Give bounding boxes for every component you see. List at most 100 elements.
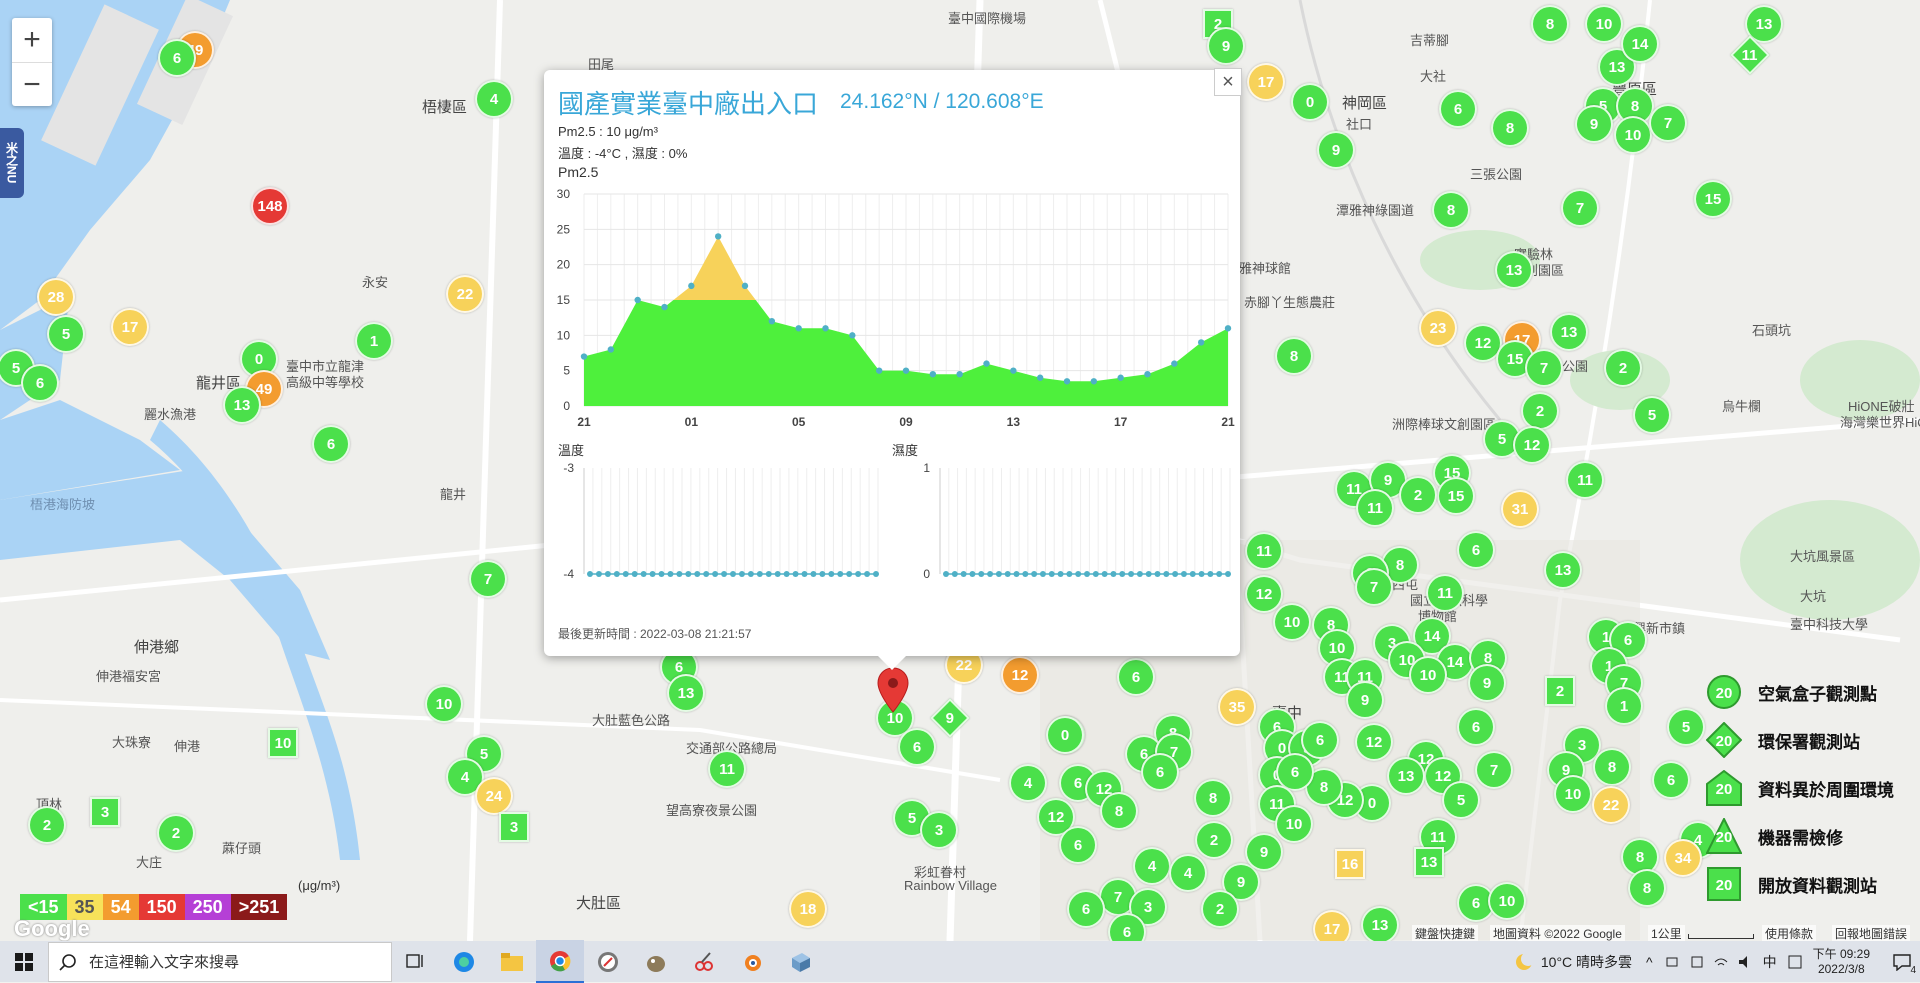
sensor-marker[interactable]: 6 — [1301, 721, 1339, 759]
sensor-marker[interactable]: 18 — [789, 890, 827, 928]
sensor-marker[interactable]: 3 — [499, 812, 529, 842]
sensor-marker[interactable]: 2 — [1545, 676, 1575, 706]
pm25-data-point[interactable] — [875, 367, 883, 374]
data-point[interactable] — [667, 571, 674, 577]
sensor-marker[interactable]: 13 — [667, 674, 705, 712]
sensor-marker[interactable]: 8 — [1194, 779, 1232, 817]
data-point[interactable] — [1163, 571, 1170, 577]
sensor-marker[interactable]: 6 — [1439, 90, 1477, 128]
sensor-marker[interactable]: 4 — [475, 80, 513, 118]
sensor-marker[interactable]: 10 — [268, 728, 298, 758]
sensor-marker[interactable]: 10 — [1614, 116, 1652, 154]
start-button[interactable] — [0, 941, 48, 982]
data-point[interactable] — [792, 571, 799, 577]
data-point[interactable] — [1110, 571, 1117, 577]
data-point[interactable] — [969, 571, 976, 577]
sensor-marker[interactable]: 2 — [1201, 890, 1239, 928]
sensor-marker[interactable]: 4 — [1169, 854, 1207, 892]
sensor-marker[interactable]: 3 — [920, 811, 958, 849]
data-point[interactable] — [756, 571, 763, 577]
sensor-marker[interactable]: 31 — [1501, 490, 1539, 528]
volume-icon[interactable] — [1737, 954, 1753, 970]
data-point[interactable] — [1084, 571, 1090, 577]
sensor-marker[interactable]: 12 — [1513, 426, 1551, 464]
sensor-marker[interactable]: 148 — [251, 187, 289, 225]
sensor-marker[interactable]: 6 — [1652, 761, 1690, 799]
sensor-marker[interactable]: 12 — [1001, 656, 1039, 694]
data-point[interactable] — [864, 571, 871, 577]
sensor-marker[interactable]: 7 — [1525, 349, 1563, 387]
sensor-marker[interactable]: 9 — [1346, 681, 1384, 719]
sensor-marker[interactable]: 2 — [1521, 392, 1559, 430]
pm25-data-point[interactable] — [1171, 360, 1178, 367]
data-point[interactable] — [1013, 571, 1020, 577]
data-point[interactable] — [622, 571, 629, 577]
data-point[interactable] — [765, 571, 772, 577]
data-point[interactable] — [658, 571, 665, 577]
data-point[interactable] — [721, 571, 728, 577]
sensor-marker[interactable]: 6 — [158, 39, 196, 77]
data-point[interactable] — [828, 571, 835, 577]
sensor-marker[interactable]: 8 — [1432, 191, 1470, 229]
data-point[interactable] — [1207, 571, 1214, 577]
weather-text[interactable]: 10°C 晴時多雲 — [1541, 952, 1632, 972]
data-point[interactable] — [1216, 571, 1223, 577]
data-point[interactable] — [1128, 571, 1135, 577]
sensor-marker[interactable]: 8 — [1628, 869, 1666, 907]
pm25-data-point[interactable] — [741, 282, 749, 290]
data-point[interactable] — [730, 571, 736, 577]
sensor-marker[interactable]: 2 — [157, 814, 195, 852]
sensor-marker[interactable]: 10 — [1273, 603, 1311, 641]
data-point[interactable] — [1039, 571, 1046, 577]
sensor-marker[interactable]: 34 — [1664, 839, 1702, 877]
sensor-marker[interactable]: 5 — [47, 315, 85, 353]
data-point[interactable] — [613, 571, 620, 577]
sensor-marker[interactable]: 6 — [1067, 890, 1105, 928]
sensor-marker[interactable]: 0 — [1046, 716, 1084, 754]
sensor-marker[interactable]: 15 — [1437, 477, 1475, 515]
data-point[interactable] — [1066, 571, 1073, 577]
sensor-marker[interactable]: 13 — [1495, 251, 1533, 289]
data-point[interactable] — [846, 571, 853, 577]
pm25-data-point[interactable] — [1010, 367, 1017, 374]
pm25-data-point[interactable] — [929, 371, 937, 378]
zoom-out-button[interactable]: − — [12, 63, 52, 107]
data-point[interactable] — [1225, 571, 1231, 577]
sensor-marker[interactable]: 7 — [1649, 104, 1687, 142]
wifi-icon[interactable] — [1713, 954, 1729, 970]
data-point[interactable] — [1119, 571, 1126, 577]
location-pin-icon[interactable] — [876, 666, 910, 714]
app-button-2[interactable] — [632, 941, 680, 982]
data-point[interactable] — [810, 571, 817, 577]
sensor-marker[interactable]: 13 — [223, 386, 261, 424]
sensor-marker[interactable]: 8 — [1275, 337, 1313, 375]
sensor-marker[interactable]: 10 — [1275, 805, 1313, 843]
sensor-marker[interactable]: 13 — [1387, 757, 1425, 795]
sensor-marker[interactable]: 4 — [1009, 764, 1047, 802]
sensor-marker[interactable]: 1 — [355, 322, 393, 360]
sensor-marker[interactable]: 24 — [475, 777, 513, 815]
popup-close-button[interactable]: × — [1214, 68, 1242, 96]
data-point[interactable] — [1136, 571, 1143, 577]
data-point[interactable] — [676, 571, 683, 577]
network-icon[interactable] — [1665, 954, 1681, 970]
sensor-marker[interactable]: 7 — [1561, 189, 1599, 227]
data-point[interactable] — [1092, 571, 1099, 577]
sensor-marker[interactable]: 13 — [1414, 847, 1444, 877]
data-point[interactable] — [1172, 571, 1179, 577]
sensor-marker[interactable]: 0 — [1291, 83, 1329, 121]
sensor-marker[interactable]: 1 — [1605, 687, 1643, 725]
data-point[interactable] — [604, 571, 611, 577]
data-point[interactable] — [649, 571, 656, 577]
data-point[interactable] — [685, 571, 692, 577]
data-point[interactable] — [747, 571, 754, 577]
sensor-marker[interactable]: 11 — [708, 750, 746, 788]
data-point[interactable] — [738, 571, 745, 577]
sensor-marker[interactable]: 10 — [425, 685, 463, 723]
data-point[interactable] — [837, 571, 844, 577]
side-panel-tab[interactable]: 米之NU — [0, 128, 24, 198]
data-point[interactable] — [873, 571, 879, 577]
pm25-data-point[interactable] — [768, 318, 776, 325]
sensor-marker[interactable]: 13 — [1550, 313, 1588, 351]
data-point[interactable] — [1101, 571, 1108, 577]
